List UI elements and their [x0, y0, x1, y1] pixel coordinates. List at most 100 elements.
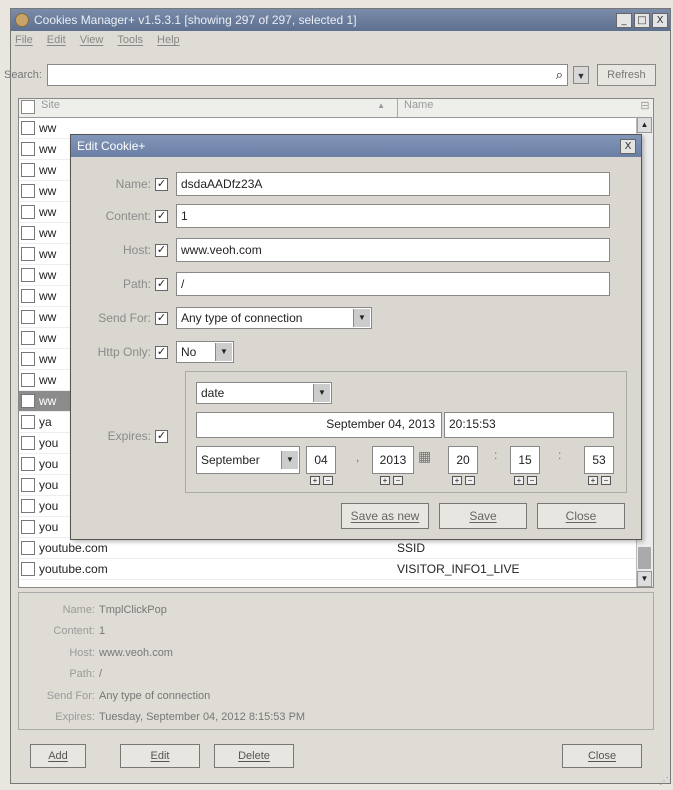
table-row[interactable]: youtube.com VISITOR_INFO1_LIVE [19, 559, 653, 580]
content-checkbox[interactable]: ✓ [155, 209, 168, 223]
row-checkbox[interactable] [21, 352, 35, 366]
chevron-down-icon[interactable]: ▼ [353, 309, 370, 327]
row-checkbox[interactable] [21, 436, 35, 450]
menu-help[interactable]: Help [157, 34, 180, 46]
column-name[interactable]: Name [398, 99, 637, 117]
hour-field[interactable]: 20 [448, 446, 478, 474]
day-spinner[interactable]: + − [310, 476, 333, 486]
dialog-close-button[interactable]: Close [537, 503, 625, 529]
row-checkbox[interactable] [21, 142, 35, 156]
plus-icon[interactable]: + [514, 476, 524, 485]
maximize-button[interactable]: □ [634, 12, 650, 28]
calendar-icon[interactable]: ▦ [418, 448, 431, 465]
second-field[interactable]: 53 [584, 446, 614, 474]
row-checkbox[interactable] [21, 289, 35, 303]
close-window-button[interactable]: X [652, 12, 668, 28]
path-field[interactable]: / [176, 272, 610, 296]
name-field[interactable]: dsdaAADfz23A [176, 172, 610, 196]
menu-file[interactable]: File [15, 34, 33, 46]
menu-edit[interactable]: Edit [47, 34, 66, 46]
row-checkbox[interactable] [21, 226, 35, 240]
add-button[interactable]: Add [30, 744, 86, 768]
row-checkbox[interactable]: ✓ [21, 394, 35, 408]
row-checkbox[interactable] [21, 247, 35, 261]
chevron-down-icon[interactable]: ▼ [215, 343, 232, 361]
scroll-thumb[interactable] [638, 547, 651, 569]
row-checkbox[interactable] [21, 310, 35, 324]
row-checkbox[interactable] [21, 457, 35, 471]
row-checkbox[interactable] [21, 478, 35, 492]
minus-icon[interactable]: − [323, 476, 333, 485]
name-checkbox[interactable]: ✓ [155, 177, 168, 191]
minus-icon[interactable]: − [601, 476, 611, 485]
row-checkbox[interactable] [21, 163, 35, 177]
minus-icon[interactable]: − [465, 476, 475, 485]
save-button[interactable]: Save [439, 503, 527, 529]
host-checkbox[interactable]: ✓ [155, 243, 168, 257]
row-checkbox[interactable] [21, 541, 35, 555]
minute-spinner[interactable]: + − [514, 476, 537, 486]
scroll-down-icon[interactable]: ▼ [637, 571, 652, 587]
hour-spinner[interactable]: + − [452, 476, 475, 486]
year-spinner[interactable]: + − [380, 476, 403, 486]
menu-tools[interactable]: Tools [117, 34, 143, 46]
plus-icon[interactable]: + [588, 476, 598, 485]
chevron-down-icon[interactable]: ▼ [313, 384, 330, 402]
select-all-checkbox[interactable] [21, 100, 35, 114]
scroll-up-icon[interactable]: ▲ [637, 117, 652, 133]
row-checkbox[interactable] [21, 331, 35, 345]
minimize-button[interactable]: _ [616, 12, 632, 28]
row-checkbox[interactable] [21, 121, 35, 135]
row-name: SSID [397, 541, 426, 555]
dialog-title-bar[interactable]: Edit Cookie+ X [71, 135, 641, 157]
minus-icon[interactable]: − [393, 476, 403, 485]
plus-icon[interactable]: + [380, 476, 390, 485]
plus-icon[interactable]: + [310, 476, 320, 485]
close-button[interactable]: Close [562, 744, 642, 768]
title-bar[interactable]: Cookies Manager+ v1.5.3.1 [showing 297 o… [11, 9, 670, 31]
search-options-dropdown[interactable]: ▼ [573, 66, 589, 84]
dialog-close-icon[interactable]: X [620, 138, 636, 154]
search-input[interactable]: ⌕ [47, 64, 569, 86]
expires-time-field[interactable]: 20:15:53 [444, 412, 614, 438]
detail-content: Content: 1 [53, 625, 106, 638]
column-site[interactable]: Site ▲ [39, 99, 398, 117]
row-checkbox[interactable] [21, 268, 35, 282]
content-field[interactable]: 1 [176, 204, 610, 228]
month-select[interactable]: September ▼ [196, 446, 300, 474]
row-checkbox[interactable] [21, 562, 35, 576]
row-checkbox[interactable] [21, 520, 35, 534]
save-as-new-button[interactable]: Save as new [341, 503, 429, 529]
search-icon[interactable]: ⌕ [556, 67, 563, 83]
second-spinner[interactable]: + − [588, 476, 611, 486]
year-field[interactable]: 2013 [372, 446, 414, 474]
send-for-select[interactable]: Any type of connection ▼ [176, 307, 372, 329]
minus-icon[interactable]: − [527, 476, 537, 485]
refresh-button[interactable]: Refresh [596, 64, 656, 86]
http-only-label: Http Only: [97, 345, 151, 359]
menu-view[interactable]: View [80, 34, 104, 46]
column-picker-icon[interactable]: ⊟ [637, 99, 653, 117]
host-field[interactable]: www.veoh.com [176, 238, 610, 262]
expires-type-select[interactable]: date ▼ [196, 382, 332, 404]
plus-icon[interactable]: + [452, 476, 462, 485]
http-only-checkbox[interactable]: ✓ [155, 345, 168, 359]
resize-grip-icon[interactable]: ⋰ [659, 776, 669, 787]
row-checkbox[interactable] [21, 184, 35, 198]
path-checkbox[interactable]: ✓ [155, 277, 168, 291]
row-checkbox[interactable] [21, 373, 35, 387]
send-for-checkbox[interactable]: ✓ [155, 311, 168, 325]
minute-field[interactable]: 15 [510, 446, 540, 474]
row-checkbox[interactable] [21, 415, 35, 429]
path-label: Path: [122, 277, 151, 291]
delete-button[interactable]: Delete [214, 744, 294, 768]
row-checkbox[interactable] [21, 499, 35, 513]
chevron-down-icon[interactable]: ▼ [281, 451, 298, 469]
edit-button[interactable]: Edit [120, 744, 200, 768]
table-row[interactable]: youtube.com SSID [19, 538, 653, 559]
expires-date-field[interactable]: September 04, 2013 [196, 412, 442, 438]
http-only-select[interactable]: No ▼ [176, 341, 234, 363]
day-field[interactable]: 04 [306, 446, 336, 474]
expires-checkbox[interactable]: ✓ [155, 429, 168, 443]
row-checkbox[interactable] [21, 205, 35, 219]
